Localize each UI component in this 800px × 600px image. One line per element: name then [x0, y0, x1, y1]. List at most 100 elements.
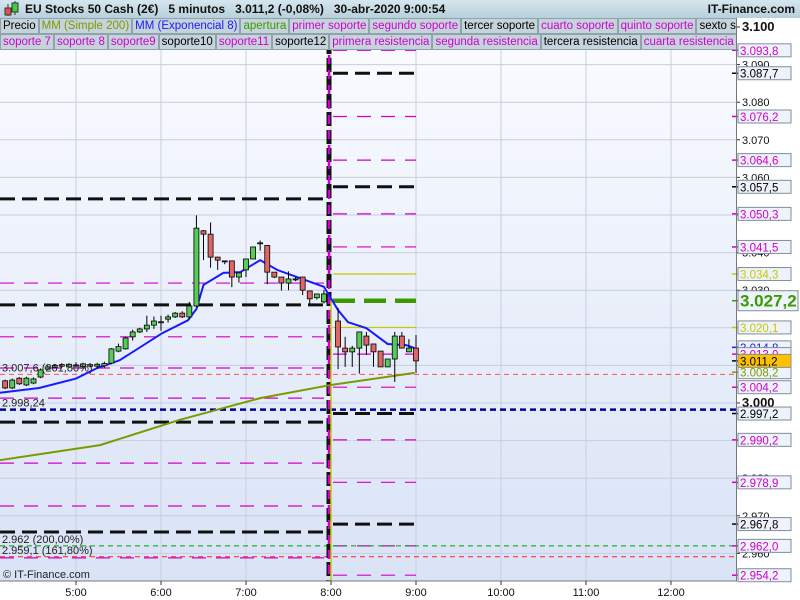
- candle-down: [16, 377, 23, 385]
- legend-item[interactable]: cuarto soporte: [538, 18, 618, 34]
- candle-up: [94, 363, 101, 367]
- candle-up: [23, 377, 30, 386]
- legend-item[interactable]: apertura: [240, 18, 290, 34]
- candle-down: [370, 343, 377, 353]
- candle-up: [243, 258, 249, 271]
- brand: IT-Finance.com: [707, 2, 795, 16]
- candle-up: [108, 348, 115, 364]
- candle-down: [342, 347, 349, 353]
- candle-down: [200, 230, 207, 235]
- timeframe[interactable]: 5 minutos: [168, 2, 225, 16]
- candle-up: [165, 316, 171, 320]
- legend-item[interactable]: segundo soporte: [369, 18, 462, 34]
- legend-item[interactable]: tercer soporte: [461, 18, 539, 34]
- candle-down: [271, 271, 278, 278]
- candle-up: [292, 278, 299, 281]
- x-tick-label: 5:00: [65, 587, 86, 599]
- legend-item[interactable]: MM (Exponencial 8): [132, 18, 241, 34]
- candle-down: [221, 260, 228, 263]
- candle-up: [158, 321, 164, 324]
- price-label: 3.050,3: [740, 209, 778, 221]
- legend-item[interactable]: primera resistencia: [329, 34, 433, 50]
- instrument-name: EU Stocks 50 Cash (2€): [25, 2, 159, 16]
- candle-down: [398, 335, 405, 349]
- y-tick-label: 3.070: [742, 135, 770, 147]
- legend-item[interactable]: soporte12: [272, 34, 330, 50]
- legend-item[interactable]: quinto soporte: [617, 18, 697, 34]
- price-label: 2.990,2: [740, 435, 778, 447]
- candle-up: [151, 320, 157, 326]
- legend-item[interactable]: tercera resistencia: [540, 34, 641, 50]
- price-label: 3.057,5: [740, 182, 778, 194]
- legend-item[interactable]: cuarta resistencia: [640, 34, 736, 50]
- candle-up: [186, 305, 193, 318]
- current-price-label: 3.011,2: [740, 356, 778, 368]
- last-price: 3.011,2 (-0,08%): [235, 2, 324, 16]
- candle-up: [257, 242, 264, 245]
- candle-up: [349, 347, 356, 353]
- price-label: 3.004,2: [740, 383, 778, 395]
- legend-item[interactable]: sexto soporte: [696, 18, 736, 34]
- candle-up: [236, 272, 242, 278]
- legend-row-1: Precio MM (Simple 200) MM (Exponencial 8) a…: [0, 18, 736, 34]
- price-label: 2.962,0: [740, 541, 778, 553]
- legend-item[interactable]: Precio: [0, 18, 39, 34]
- candle-up: [122, 337, 129, 350]
- candle-up: [129, 331, 136, 338]
- price-label: 2.997,2: [740, 409, 778, 421]
- legend-row-2: soporte 7 soporte 8 soporte9 soporte10 sopor…: [0, 34, 736, 50]
- legend-item[interactable]: soporte10: [158, 34, 216, 50]
- candle-down: [413, 347, 419, 362]
- candle-up: [321, 293, 327, 303]
- legend-item[interactable]: soporte11: [215, 34, 273, 50]
- candle-up: [250, 246, 256, 260]
- price-label: 3.076,2: [740, 112, 778, 124]
- candle-up: [384, 358, 391, 368]
- x-tick-label: 6:00: [150, 587, 171, 599]
- price-label: 3.008,2: [740, 368, 778, 380]
- candle-down: [2, 380, 9, 389]
- candle-up: [9, 379, 16, 389]
- price-label: 2.954,2: [740, 571, 778, 583]
- candle-up: [285, 278, 292, 284]
- candle-down: [306, 290, 313, 300]
- x-tick-label: 12:00: [657, 587, 685, 599]
- candlestick-icon: [3, 1, 21, 17]
- price-label: 3.041,5: [740, 242, 778, 254]
- fib-label: 2.959,1 (161,80%): [2, 545, 93, 557]
- candle-up: [313, 293, 320, 299]
- candle-down: [207, 233, 214, 258]
- price-axis-border: [736, 18, 737, 581]
- candle-down: [377, 350, 384, 368]
- price-label: 3.087,7: [740, 69, 778, 81]
- y-tick-label: 3.080: [742, 97, 770, 109]
- candle-down: [179, 312, 186, 318]
- legend-item[interactable]: segunda resistencia: [432, 34, 541, 50]
- price-label: 3.064,6: [740, 156, 778, 168]
- candle-up: [193, 227, 200, 307]
- x-tick-label: 11:00: [573, 587, 600, 599]
- price-label: 3.093,8: [740, 46, 778, 58]
- price-label: 3.020,1: [740, 323, 778, 335]
- price-label: 3.027,2: [740, 292, 797, 311]
- legend-item[interactable]: MM (Simple 200): [38, 18, 133, 34]
- x-tick-label: 10:00: [487, 587, 515, 599]
- legend-item[interactable]: soporte 7: [0, 34, 54, 50]
- x-tick-label: 9:00: [405, 587, 426, 599]
- candle-up: [143, 324, 150, 330]
- legend-item[interactable]: soporte9: [107, 34, 159, 50]
- candle-down: [363, 335, 370, 346]
- fib-label: 2.998,24: [2, 398, 45, 410]
- candle-up: [391, 335, 398, 360]
- price-chart[interactable]: 3.007,6 (261,80%)2.998,242.962 (200,00%)…: [0, 0, 800, 600]
- candle-down: [335, 320, 341, 348]
- legend-item[interactable]: soporte 8: [53, 34, 108, 50]
- price-label: 2.978,9: [740, 478, 778, 490]
- title-bar: EU Stocks 50 Cash (2€) 5 minutos 3.011,2…: [0, 0, 800, 18]
- candle-down: [278, 276, 285, 284]
- price-label: 2.967,8: [740, 520, 778, 532]
- candle-up: [406, 347, 412, 353]
- y-tick-label: 3.100: [742, 19, 775, 34]
- watermark: © IT-Finance.com: [3, 569, 90, 581]
- legend-item[interactable]: primer soporte: [289, 18, 370, 34]
